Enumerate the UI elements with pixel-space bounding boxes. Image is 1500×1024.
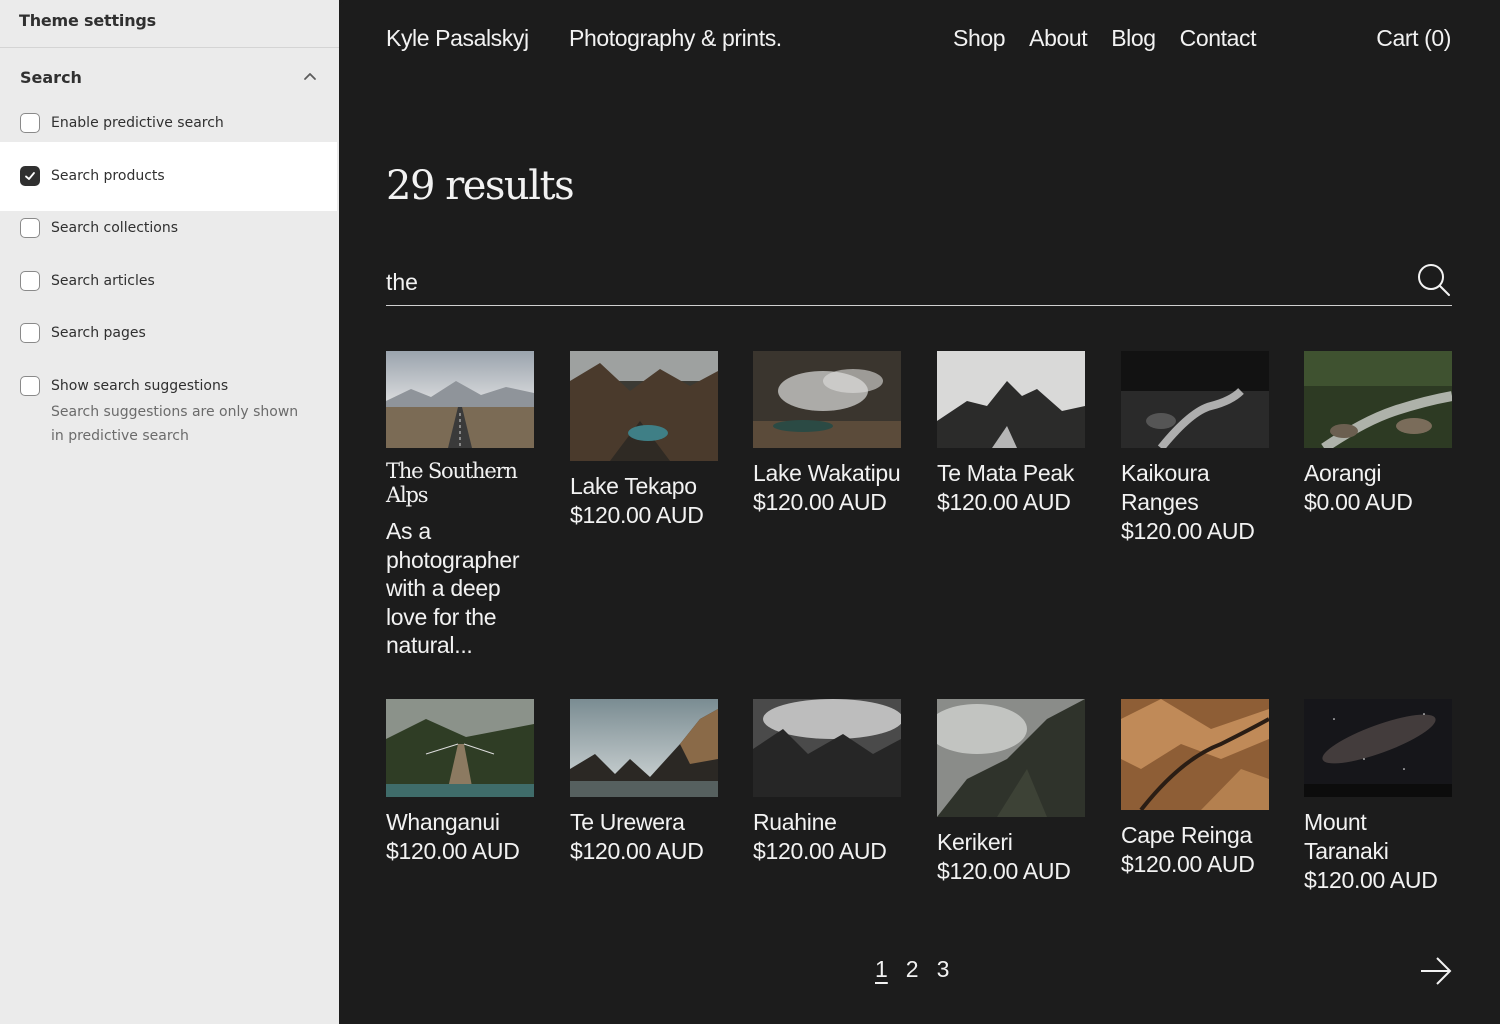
main-nav: Shop About Blog Contact	[953, 25, 1257, 52]
option-label: Show search suggestions	[51, 378, 229, 394]
product-card[interactable]: Cape Reinga $120.00 AUD	[1121, 699, 1269, 879]
search-icon[interactable]	[1416, 262, 1452, 298]
checkbox[interactable]	[20, 271, 40, 291]
product-title[interactable]: Lake Wakatipu	[753, 459, 901, 488]
thumbnail-image[interactable]	[570, 699, 718, 797]
nav-item-blog[interactable]: Blog	[1111, 25, 1156, 52]
checkbox[interactable]	[20, 376, 40, 396]
product-card[interactable]: Whanganui $120.00 AUD	[386, 699, 534, 866]
thumbnail-image[interactable]	[386, 351, 534, 448]
thumbnail-image[interactable]	[753, 699, 901, 797]
nav-item-contact[interactable]: Contact	[1180, 25, 1257, 52]
option-help-text: Search suggestions are only shown in pre…	[51, 404, 299, 444]
option-label: Search articles	[51, 273, 155, 289]
checkbox[interactable]	[20, 323, 40, 343]
thumbnail-image[interactable]	[937, 699, 1085, 817]
checkbox[interactable]	[20, 113, 40, 133]
checkbox[interactable]	[20, 218, 40, 238]
product-price: $120.00 AUD	[1304, 867, 1438, 893]
product-price: $120.00 AUD	[1121, 518, 1255, 544]
product-card[interactable]: Te Mata Peak $120.00 AUD	[937, 351, 1085, 517]
storefront-preview: Kyle Pasalskyj Photography & prints. Sho…	[339, 0, 1500, 1024]
product-title[interactable]: Mount Taranaki	[1304, 808, 1452, 866]
product-card[interactable]: Te Urewera $120.00 AUD	[570, 699, 718, 866]
page-link[interactable]: 3	[937, 956, 950, 983]
product-title[interactable]: Te Mata Peak	[937, 459, 1085, 488]
option-label: Search pages	[51, 325, 146, 341]
product-price: $0.00 AUD	[1304, 489, 1413, 515]
thumbnail-image[interactable]	[937, 351, 1085, 448]
section-title: Search	[20, 67, 82, 87]
sidebar-title: Theme settings	[0, 0, 339, 48]
checkmark-icon	[25, 172, 35, 180]
product-price: $120.00 AUD	[753, 489, 887, 515]
product-title[interactable]: Kerikeri	[937, 828, 1085, 857]
theme-settings-sidebar: Theme settings Search Enable predictive …	[0, 0, 339, 1024]
brand-link[interactable]: Kyle Pasalskyj	[386, 25, 529, 52]
thumbnail-image[interactable]	[386, 699, 534, 797]
thumbnail-image[interactable]	[570, 351, 718, 461]
product-card[interactable]: Lake Wakatipu $120.00 AUD	[753, 351, 901, 517]
tagline: Photography & prints.	[569, 25, 782, 51]
chevron-up-icon[interactable]	[301, 68, 319, 86]
search-section-header[interactable]: Search	[0, 49, 339, 105]
arrow-right-icon[interactable]	[1419, 954, 1453, 988]
product-title[interactable]: Cape Reinga	[1121, 821, 1269, 850]
thumbnail-image[interactable]	[1121, 699, 1269, 810]
article-title[interactable]: The Southern Alps	[386, 459, 534, 507]
cart-link[interactable]: Cart (0)	[1376, 25, 1451, 52]
product-card[interactable]: Ruahine $120.00 AUD	[753, 699, 901, 866]
pagination: 1 2 3	[875, 956, 949, 983]
page-link-current[interactable]: 1	[875, 956, 888, 983]
product-card[interactable]: Kerikeri $120.00 AUD	[937, 699, 1085, 886]
product-title[interactable]: Whanganui	[386, 808, 534, 837]
product-price: $120.00 AUD	[937, 489, 1071, 515]
product-card[interactable]: Kaikoura Ranges $120.00 AUD	[1121, 351, 1269, 546]
product-title[interactable]: Lake Tekapo	[570, 472, 718, 501]
product-title[interactable]: Te Urewera	[570, 808, 718, 837]
thumbnail-image[interactable]	[1304, 351, 1452, 448]
page-link[interactable]: 2	[906, 956, 919, 983]
product-title[interactable]: Ruahine	[753, 808, 901, 837]
search-input[interactable]	[386, 264, 1386, 300]
nav-item-about[interactable]: About	[1029, 25, 1088, 52]
product-price: $120.00 AUD	[753, 838, 887, 864]
product-price: $120.00 AUD	[386, 838, 520, 864]
product-price: $120.00 AUD	[570, 502, 704, 528]
product-card[interactable]: Mount Taranaki $120.00 AUD	[1304, 699, 1452, 895]
option-label: Search collections	[51, 220, 179, 236]
product-price: $120.00 AUD	[1121, 851, 1255, 877]
search-bar	[386, 260, 1452, 306]
product-price: $120.00 AUD	[570, 838, 704, 864]
product-title[interactable]: Aorangi	[1304, 459, 1452, 488]
thumbnail-image[interactable]	[1304, 699, 1452, 797]
option-label: Search products	[51, 168, 165, 184]
product-card[interactable]: Lake Tekapo $120.00 AUD	[570, 351, 718, 530]
product-title[interactable]: Kaikoura Ranges	[1121, 459, 1269, 517]
option-search-products[interactable]: Search products	[0, 142, 337, 211]
thumbnail-image[interactable]	[753, 351, 901, 448]
product-card[interactable]: Aorangi $0.00 AUD	[1304, 351, 1452, 517]
product-price: $120.00 AUD	[937, 858, 1071, 884]
article-card[interactable]: The Southern Alps As a photographer with…	[386, 351, 534, 660]
option-show-search-suggestions[interactable]: Show search suggestions Search suggestio…	[0, 376, 337, 466]
option-label: Enable predictive search	[51, 115, 224, 131]
nav-item-shop[interactable]: Shop	[953, 25, 1006, 52]
results-title: 29 results	[386, 163, 575, 209]
thumbnail-image[interactable]	[1121, 351, 1269, 448]
article-excerpt: As a photographer with a deep love for t…	[386, 518, 520, 658]
checkbox-checked[interactable]	[20, 166, 40, 186]
